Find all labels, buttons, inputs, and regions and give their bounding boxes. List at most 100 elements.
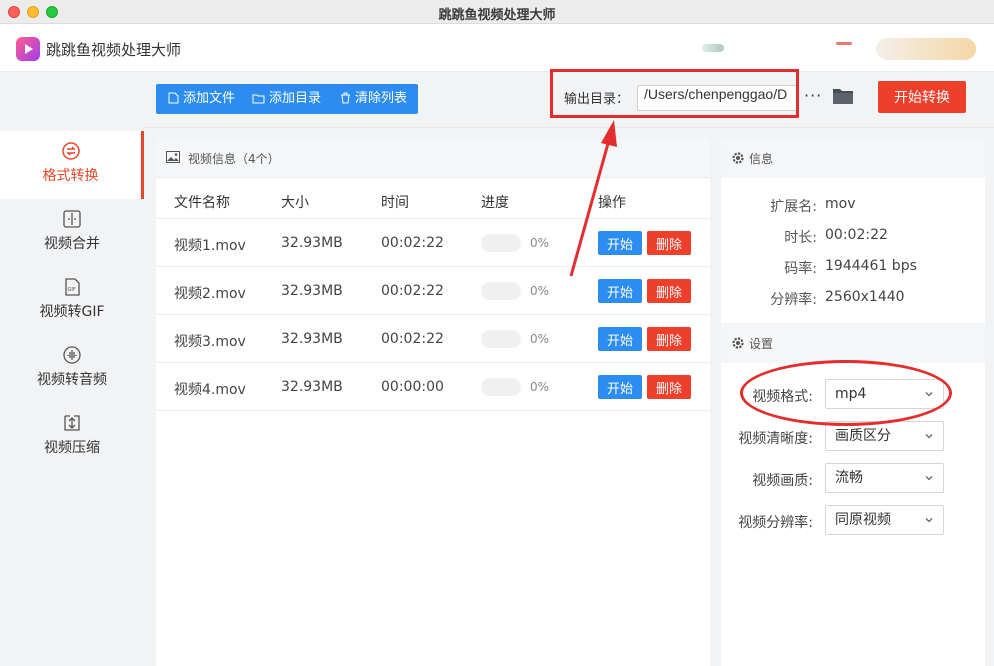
- progress-percent: 0%: [530, 284, 550, 298]
- column-header-progress: 进度: [481, 195, 509, 211]
- window-title: 跳跳鱼视频处理大师: [438, 8, 556, 23]
- video-quality-select[interactable]: 流畅: [825, 463, 944, 493]
- video-quality-value: 流畅: [835, 470, 863, 486]
- window-titlebar: 跳跳鱼视频处理大师: [0, 0, 994, 24]
- file-duration: 00:02:22: [381, 235, 444, 251]
- sidebar-item-label: 格式转换: [42, 168, 99, 184]
- file-size: 32.93MB: [281, 379, 343, 395]
- more-options-button[interactable]: ···: [804, 86, 822, 105]
- clear-list-label: 清除列表: [355, 91, 408, 106]
- table-row[interactable]: 视频1.mov 32.93MB 00:02:22 0% 开始 删除: [156, 219, 710, 267]
- trash-icon: [341, 92, 350, 104]
- row-start-button[interactable]: 开始: [598, 375, 642, 399]
- row-delete-button[interactable]: 删除: [647, 279, 691, 303]
- settings-section-title: 设置: [749, 337, 774, 351]
- video-quality-label: 视频画质:: [752, 473, 813, 489]
- video-merge-icon: [63, 210, 81, 228]
- progress-bar: [481, 330, 521, 348]
- row-delete-button[interactable]: 删除: [647, 231, 691, 255]
- video-resolution-select[interactable]: 同原视频: [825, 505, 944, 535]
- image-icon: [166, 151, 180, 163]
- progress-percent: 0%: [530, 236, 550, 250]
- info-value-extension: mov: [825, 196, 856, 212]
- column-header-size: 大小: [281, 195, 309, 211]
- settings-section-header: 设置: [721, 323, 985, 363]
- file-icon: [168, 92, 179, 104]
- blurred-user-badge[interactable]: [876, 38, 976, 60]
- file-size: 32.93MB: [281, 331, 343, 347]
- folder-outline-icon: [252, 94, 265, 104]
- annotation-highlight-ellipse: [740, 360, 952, 426]
- file-list-panel: 视频信息（4个） 文件名称 大小 时间 进度 操作 视频1.mov 32.93M…: [156, 138, 710, 666]
- chevron-down-icon: [925, 476, 933, 481]
- row-start-button[interactable]: 开始: [598, 231, 642, 255]
- info-label-resolution: 分辨率:: [770, 292, 817, 308]
- column-header-time: 时间: [381, 195, 409, 211]
- clear-list-button[interactable]: 清除列表: [340, 84, 407, 114]
- file-duration: 00:00:00: [381, 379, 444, 395]
- file-name: 视频2.mov: [174, 286, 246, 302]
- video-clarity-label: 视频清晰度:: [738, 431, 813, 447]
- info-value-resolution: 2560x1440: [825, 289, 905, 305]
- app-logo-icon: [16, 37, 40, 61]
- app-name: 跳跳鱼视频处理大师: [46, 41, 182, 59]
- sidebar-item-label: 视频合并: [44, 236, 100, 252]
- progress-bar: [481, 234, 521, 252]
- file-name: 视频4.mov: [174, 382, 246, 398]
- row-start-button[interactable]: 开始: [598, 327, 642, 351]
- video-clarity-value: 画质区分: [835, 428, 891, 444]
- row-delete-button[interactable]: 删除: [647, 327, 691, 351]
- table-row[interactable]: 视频4.mov 32.93MB 00:00:00 0% 开始 删除: [156, 363, 710, 411]
- file-action-group: 添加文件 添加目录 清除列表: [156, 84, 418, 114]
- format-convert-icon: [61, 142, 80, 160]
- table-row[interactable]: 视频2.mov 32.93MB 00:02:22 0% 开始 删除: [156, 267, 710, 315]
- video-resolution-value: 同原视频: [835, 512, 891, 528]
- row-start-button[interactable]: 开始: [598, 279, 642, 303]
- progress-bar: [481, 282, 521, 300]
- file-size: 32.93MB: [281, 235, 343, 251]
- info-section-header: 信息: [721, 138, 985, 178]
- compress-icon: [64, 415, 80, 431]
- info-label-duration: 时长:: [784, 230, 817, 246]
- add-folder-button[interactable]: 添加目录: [252, 84, 321, 114]
- progress-percent: 0%: [530, 332, 550, 346]
- progress-bar: [481, 378, 521, 396]
- row-delete-button[interactable]: 删除: [647, 375, 691, 399]
- file-list-title: 视频信息（4个）: [188, 152, 280, 166]
- table-row[interactable]: 视频3.mov 32.93MB 00:02:22 0% 开始 删除: [156, 315, 710, 363]
- file-name: 视频1.mov: [174, 238, 246, 254]
- gear-icon: [732, 337, 744, 349]
- info-section-title: 信息: [749, 152, 774, 166]
- info-label-bitrate: 码率:: [784, 261, 817, 277]
- video-resolution-label: 视频分辨率:: [738, 515, 813, 531]
- file-duration: 00:02:22: [381, 331, 444, 347]
- blurred-header-item: [836, 42, 852, 45]
- annotation-highlight-box: [550, 69, 799, 118]
- sidebar-item-video-compress[interactable]: 视频压缩: [0, 403, 144, 471]
- chevron-down-icon: [925, 518, 933, 523]
- audio-icon: [63, 346, 81, 364]
- sidebar-item-label: 视频转GIF: [39, 304, 105, 320]
- info-label-extension: 扩展名:: [770, 199, 817, 215]
- file-size: 32.93MB: [281, 283, 343, 299]
- info-value-duration: 00:02:22: [825, 227, 888, 243]
- sidebar-item-video-to-gif[interactable]: GIF 视频转GIF: [0, 267, 144, 335]
- file-list-header: 视频信息（4个）: [156, 138, 710, 178]
- add-folder-label: 添加目录: [269, 91, 322, 106]
- add-file-button[interactable]: 添加文件: [168, 84, 235, 114]
- chevron-down-icon: [925, 434, 933, 439]
- sidebar-item-video-to-audio[interactable]: 视频转音频: [0, 335, 144, 403]
- folder-icon[interactable]: [832, 86, 854, 106]
- sidebar-item-format-convert[interactable]: 格式转换: [0, 131, 144, 199]
- column-header-name: 文件名称: [174, 195, 230, 211]
- add-file-label: 添加文件: [183, 91, 236, 106]
- gif-icon: GIF: [65, 278, 80, 296]
- file-name: 视频3.mov: [174, 334, 246, 350]
- progress-percent: 0%: [530, 380, 550, 394]
- sidebar-item-label: 视频压缩: [44, 440, 100, 456]
- column-header-actions: 操作: [598, 195, 626, 211]
- info-value-bitrate: 1944461 bps: [825, 258, 917, 274]
- sidebar-item-video-merge[interactable]: 视频合并: [0, 199, 144, 267]
- start-convert-button[interactable]: 开始转换: [878, 81, 966, 113]
- gear-icon: [732, 152, 744, 164]
